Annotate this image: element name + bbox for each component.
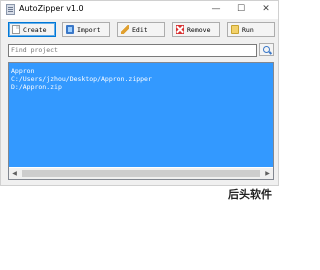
import-icon xyxy=(66,25,74,34)
project-output-path: D:/Appron.zip xyxy=(11,83,62,91)
edit-button-label: Edit xyxy=(132,25,148,34)
create-button-label: Create xyxy=(23,25,47,34)
remove-button-label: Remove xyxy=(187,25,211,34)
project-list[interactable]: Appron C:/Users/jzhou/Desktop/Appron.zip… xyxy=(8,62,274,180)
search-button[interactable] xyxy=(259,43,274,56)
title-bar[interactable]: AutoZipper v1.0 — ☐ ✕ xyxy=(1,1,278,19)
autozipper-window: AutoZipper v1.0 — ☐ ✕ Create Import Edit… xyxy=(0,0,279,186)
app-icon xyxy=(6,4,15,15)
remove-button[interactable]: Remove xyxy=(172,22,220,37)
window-title: AutoZipper v1.0 xyxy=(19,4,84,13)
edit-button[interactable]: Edit xyxy=(117,22,165,37)
horizontal-scrollbar[interactable]: ◀ ▶ xyxy=(9,168,273,179)
import-button[interactable]: Import xyxy=(62,22,110,37)
project-name: Appron xyxy=(11,67,35,75)
project-file-path: C:/Users/jzhou/Desktop/Appron.zipper xyxy=(11,75,152,83)
new-document-icon xyxy=(12,25,20,34)
selected-project[interactable]: Appron C:/Users/jzhou/Desktop/Appron.zip… xyxy=(9,63,273,167)
close-button[interactable]: ✕ xyxy=(254,1,278,19)
scroll-right-icon[interactable]: ▶ xyxy=(262,168,273,179)
maximize-button[interactable]: ☐ xyxy=(229,1,253,19)
run-button-label: Run xyxy=(242,25,254,34)
background-watermark-text: 后头软件 xyxy=(228,188,272,201)
run-icon xyxy=(231,25,239,34)
find-project-input[interactable] xyxy=(8,44,257,57)
create-button[interactable]: Create xyxy=(8,22,56,37)
minimize-button[interactable]: — xyxy=(204,1,228,19)
run-button[interactable]: Run xyxy=(227,22,275,37)
import-button-label: Import xyxy=(77,25,101,34)
scrollbar-thumb[interactable] xyxy=(22,170,260,177)
search-icon xyxy=(263,46,270,53)
scroll-left-icon[interactable]: ◀ xyxy=(9,168,20,179)
pencil-icon xyxy=(121,25,129,34)
remove-icon xyxy=(176,25,184,34)
